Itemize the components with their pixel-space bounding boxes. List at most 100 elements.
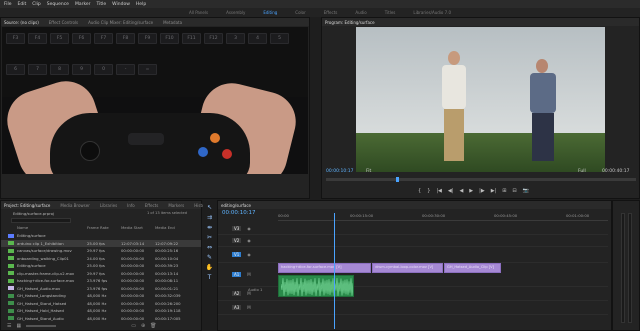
timeline-ruler[interactable]: 00:00 00:00:15:00 00:00:30:00 00:00:45:00 00… xyxy=(278,213,640,221)
video-clip[interactable]: hacking+dice-for-surface.mov [V] xyxy=(278,263,372,273)
slip-tool-icon[interactable]: ⇔ xyxy=(206,244,214,252)
track-label[interactable]: A3 xyxy=(232,305,242,310)
transport-control-icon[interactable]: 📷 xyxy=(523,188,529,194)
program-zoom-dropdown[interactable]: Full xyxy=(578,169,586,174)
project-tab[interactable]: Libraries xyxy=(100,203,117,208)
list-view-icon[interactable]: ☰ xyxy=(7,323,11,329)
workspace-tab[interactable]: Titles xyxy=(385,10,396,15)
menu-item[interactable]: File xyxy=(4,2,12,7)
timeline-tab[interactable]: editing/surface xyxy=(221,203,251,208)
eye-icon[interactable]: ◉ xyxy=(247,226,251,231)
list-item[interactable]: canvas/surface/drawing.mov 29.97 fps 00:00… xyxy=(1,247,201,255)
transport-control-icon[interactable]: { xyxy=(418,188,421,194)
workspace-tab[interactable]: All Panels xyxy=(189,10,208,15)
source-tab[interactable]: Source: (no clips) xyxy=(4,20,39,25)
hand-tool-icon[interactable]: ✋ xyxy=(206,264,214,272)
program-tab[interactable]: Program: Editing/surface xyxy=(325,20,375,25)
clip-color-swatch xyxy=(8,233,14,238)
source-tab[interactable]: Metadata xyxy=(163,20,182,25)
transport-control-icon[interactable]: ◀| xyxy=(448,188,454,194)
workspace-tab[interactable]: Color xyxy=(295,10,305,15)
workspace-tab[interactable]: Libraries/Audio 7.0 xyxy=(413,10,451,15)
transport-control-icon[interactable]: ◀ xyxy=(459,188,463,194)
new-bin-icon[interactable]: ▭ xyxy=(131,323,136,329)
timeline-playhead[interactable] xyxy=(334,213,336,329)
new-item-icon[interactable]: ⊕ xyxy=(141,323,145,329)
menu-item[interactable]: Sequence xyxy=(47,2,69,7)
menu-item[interactable]: Marker xyxy=(75,2,91,7)
eye-icon[interactable]: M xyxy=(247,305,250,310)
list-item[interactable]: Editing/surface 25.00 fps 00:00:00:00 00:00… xyxy=(1,262,201,270)
selection-tool-icon[interactable]: ↖ xyxy=(206,204,214,212)
column-header-name[interactable]: Name xyxy=(17,225,87,230)
project-tab[interactable]: Project: Editing/surface xyxy=(4,203,50,208)
track-label[interactable]: A1 xyxy=(232,272,242,277)
eye-icon[interactable]: M xyxy=(247,272,250,277)
transport-control-icon[interactable]: ▶ xyxy=(469,188,473,194)
eye-icon[interactable]: ◉ xyxy=(247,238,251,243)
item-media-start: 00:00:00:00 xyxy=(121,293,145,299)
column-header[interactable]: Media End xyxy=(155,225,189,230)
menu-item[interactable]: Title xyxy=(97,2,107,7)
video-clip[interactable]: drum-cymbal-loop-color.mov [V] xyxy=(372,263,444,273)
type-tool-icon[interactable]: T xyxy=(206,274,214,282)
list-item[interactable]: arduino clip 1_Exhibition 25.00 fps 12:07:… xyxy=(1,239,201,247)
transport-control-icon[interactable]: } xyxy=(427,188,430,194)
source-tab[interactable]: Effect Controls xyxy=(49,20,78,25)
timeline-timecode[interactable]: 00:00:10:17 xyxy=(222,210,256,216)
razor-tool-icon[interactable]: ✂ xyxy=(206,234,214,242)
menu-item[interactable]: Window xyxy=(112,2,130,7)
project-search-input[interactable] xyxy=(11,218,71,223)
list-item[interactable]: GH_Hatsed_Stand_Audio 48,000 Hz 00:00:00:0… xyxy=(1,315,201,323)
audio-meter-right xyxy=(628,213,632,323)
project-list: Editing/surface arduino clip 1_Exhibition… xyxy=(1,232,201,322)
transport-control-icon[interactable]: ⊞ xyxy=(502,188,506,194)
item-frame-rate: 48,000 Hz xyxy=(87,293,107,299)
list-item[interactable]: onboarding_walking_Clip01 24.00 fps 00:00:… xyxy=(1,255,201,263)
transport-control-icon[interactable]: ⊟ xyxy=(512,188,516,194)
list-item[interactable]: clip-master-frame-clip-v2.mov 29.97 fps 00… xyxy=(1,270,201,278)
track-label[interactable]: V1 xyxy=(232,252,242,257)
source-tab[interactable]: Audio Clip Mixer: Editing/surface xyxy=(88,20,153,25)
list-item[interactable]: GH_Hatsed_Hold_Hatsed 48,000 Hz 00:00:00:0… xyxy=(1,307,201,315)
pen-tool-icon[interactable]: ✎ xyxy=(206,254,214,262)
project-tab[interactable]: Media Browser xyxy=(60,203,90,208)
transport-control-icon[interactable]: |◀ xyxy=(436,188,442,194)
workspace-tab[interactable]: Audio xyxy=(355,10,366,15)
project-tab[interactable]: Info xyxy=(127,203,135,208)
project-tab[interactable]: Effects xyxy=(145,203,159,208)
track-select-tool-icon[interactable]: ⇉ xyxy=(206,214,214,222)
ripple-edit-tool-icon[interactable]: ⇹ xyxy=(206,224,214,232)
list-item[interactable]: GH_Hatsed_Audio.mov 23.976 fps 00:00:00:00… xyxy=(1,285,201,293)
column-header[interactable]: Frame Rate xyxy=(87,225,121,230)
keyboard-key: F8 xyxy=(116,33,135,44)
program-fit-dropdown[interactable]: Fit xyxy=(366,169,371,174)
list-item[interactable]: GH_Hatsed_Stand_Hatsed 48,000 Hz 00:00:00:… xyxy=(1,300,201,308)
clip-color-swatch xyxy=(8,293,14,298)
eye-icon[interactable]: ◉ xyxy=(247,252,251,257)
list-item[interactable]: Editing/surface xyxy=(1,232,201,240)
workspace-tab[interactable]: Assembly xyxy=(226,10,245,15)
audio-clip[interactable] xyxy=(278,275,354,297)
track-label[interactable]: V3 xyxy=(232,226,242,231)
program-timecode-in[interactable]: 00:00:10:17 xyxy=(326,169,353,174)
menu-item[interactable]: Clip xyxy=(32,2,41,7)
list-item[interactable]: GH_Hatsed_Longstanding 48,000 Hz 00:00:00:… xyxy=(1,292,201,300)
transport-control-icon[interactable]: ▶| xyxy=(491,188,497,194)
transport-control-icon[interactable]: |▶ xyxy=(479,188,485,194)
workspace-tab[interactable]: Effects xyxy=(324,10,338,15)
program-scrubber[interactable] xyxy=(326,177,636,182)
project-tab[interactable]: Markers xyxy=(168,203,184,208)
program-playhead[interactable] xyxy=(396,177,399,182)
track-label[interactable]: V2 xyxy=(232,238,242,243)
column-header[interactable]: Media Start xyxy=(121,225,155,230)
video-clip[interactable]: GH_Hatsed_Audio_Clip [V] xyxy=(444,263,502,273)
menu-item[interactable]: Help xyxy=(136,2,146,7)
icon-view-icon[interactable]: ▦ xyxy=(16,323,21,329)
workspace-tab[interactable]: Editing xyxy=(263,10,277,15)
list-item[interactable]: hacking+dice-for-surface.mov 23.976 fps 00… xyxy=(1,277,201,285)
zoom-slider[interactable] xyxy=(26,325,57,327)
menu-item[interactable]: Edit xyxy=(18,2,27,7)
trash-icon[interactable]: 🗑 xyxy=(150,323,156,329)
track-label[interactable]: A2 xyxy=(232,291,242,296)
